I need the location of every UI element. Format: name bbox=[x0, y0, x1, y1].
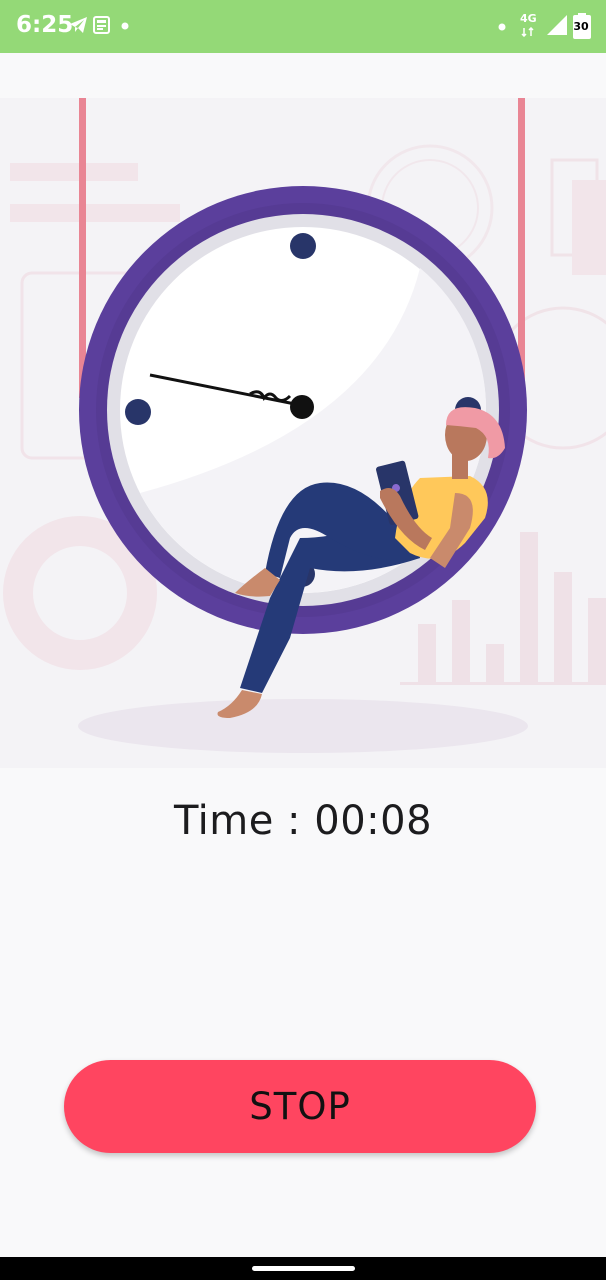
status-bar: 6:25 4G 30 bbox=[0, 0, 606, 53]
status-time: 6:25 bbox=[16, 12, 74, 38]
data-arrows-icon bbox=[521, 27, 534, 37]
clock-swing-illustration bbox=[3, 98, 606, 753]
telegram-icon bbox=[70, 17, 87, 33]
news-icon bbox=[93, 16, 110, 34]
status-dot-icon bbox=[498, 23, 506, 31]
stop-button[interactable]: STOP bbox=[64, 1060, 536, 1153]
clock-dot-12 bbox=[290, 233, 316, 259]
left-rope bbox=[79, 98, 86, 398]
notification-dot-icon bbox=[121, 22, 129, 30]
battery-level: 30 bbox=[573, 20, 589, 33]
illustration-panel bbox=[0, 98, 606, 768]
elapsed-time-label: Time : 00:08 bbox=[173, 798, 433, 844]
home-indicator[interactable] bbox=[252, 1266, 355, 1271]
ground-shadow bbox=[78, 699, 528, 753]
signal-icon bbox=[547, 15, 567, 35]
network-type: 4G bbox=[520, 12, 537, 25]
clock-dot-9 bbox=[125, 399, 151, 425]
